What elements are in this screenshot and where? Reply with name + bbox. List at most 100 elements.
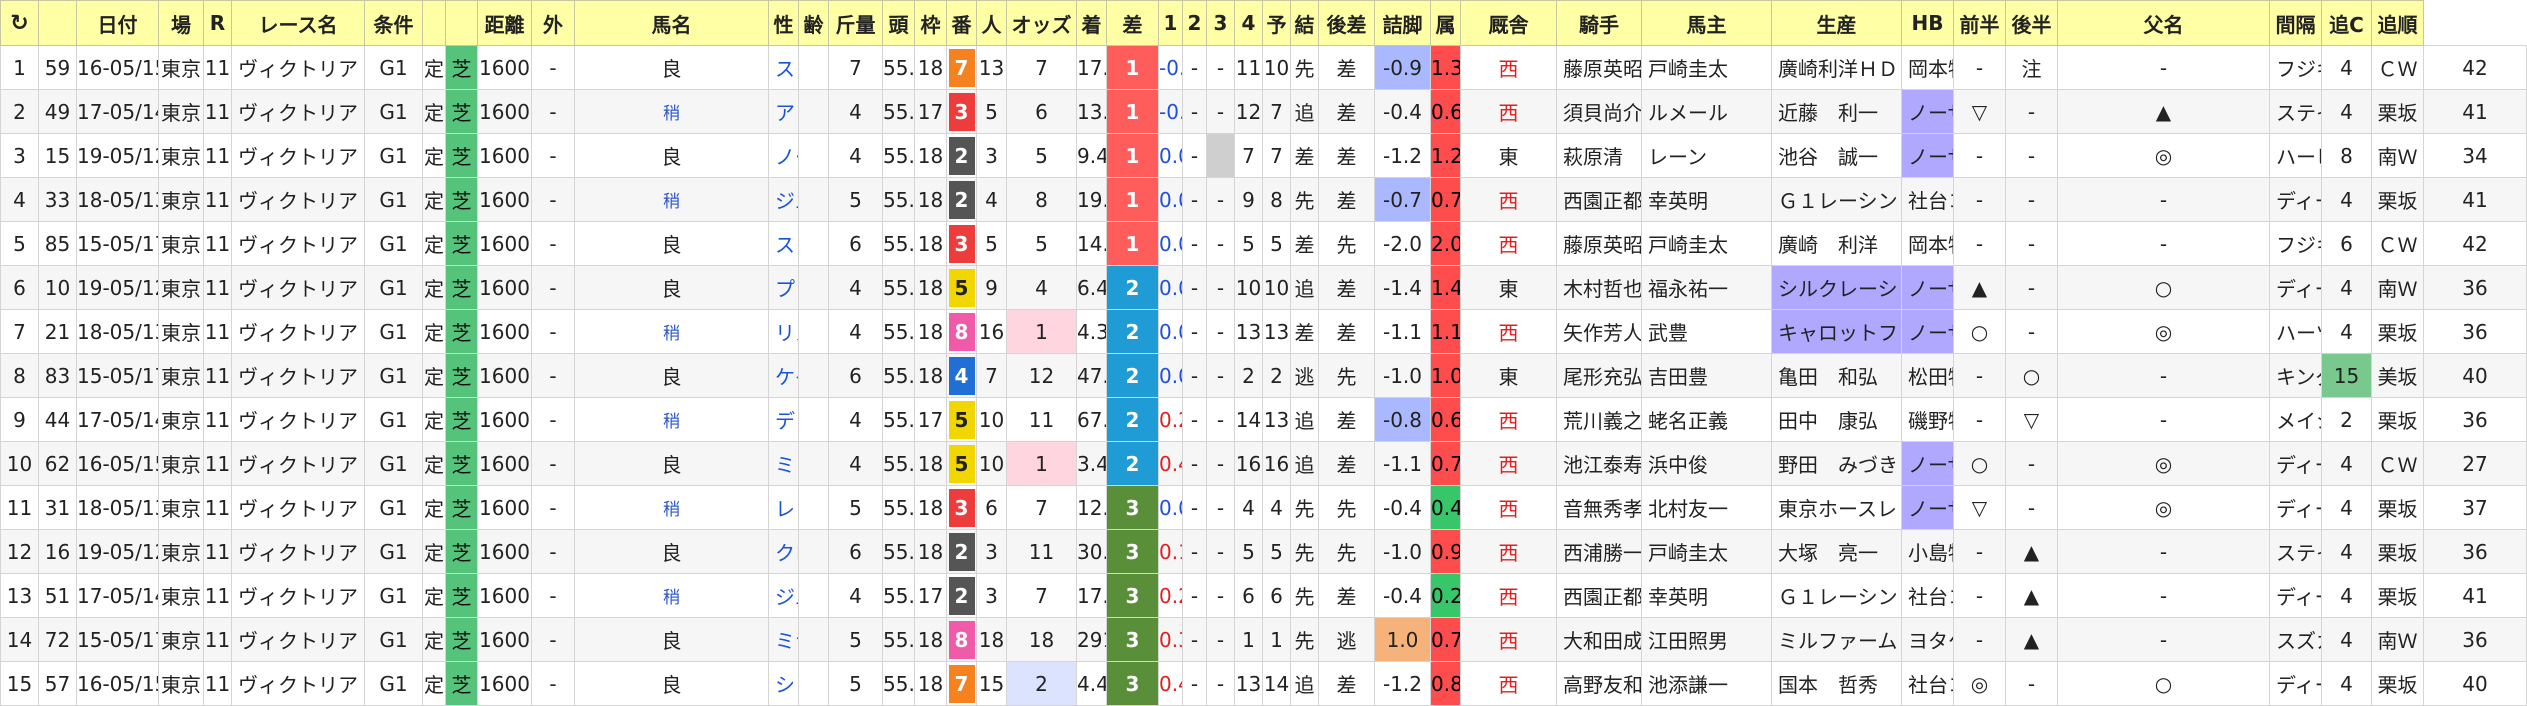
column-header[interactable]: 追C (2321, 0, 2372, 46)
cell-surf: 芝 (445, 485, 478, 530)
cell-dist: 1600 (477, 353, 532, 398)
horse-name-link[interactable]: ショウナンパンドラ (768, 661, 799, 706)
column-header[interactable]: 厩舎 (1460, 0, 1557, 46)
cell-heads: 18 (914, 45, 947, 90)
table-row[interactable]: 24917-05/14東京11ヴィクトリアG1定芝1600-稍アドマイヤリード4… (0, 89, 2527, 134)
cell-id: 49 (38, 89, 77, 134)
horse-name-link[interactable]: ミッキークイーン (768, 441, 799, 486)
table-row[interactable]: 61019-05/12東京11ヴィクトリアG1定芝1600-良プリモシーン455… (0, 265, 2527, 310)
horse-name-link[interactable]: ストレイトガール (768, 221, 799, 266)
column-header[interactable]: HB (1901, 0, 1954, 46)
cell-no: 12 (0, 529, 39, 574)
table-row[interactable]: 94417-05/14東京11ヴィクトリアG1定芝1600-稍デンコウアンジュ4… (0, 397, 2527, 442)
column-header[interactable]: 騎手 (1556, 0, 1642, 46)
column-header[interactable]: レース名 (231, 0, 365, 46)
table-row[interactable]: 121619-05/12東京11ヴィクトリアG1定芝1600-良クロコスミア65… (0, 529, 2527, 574)
column-header[interactable]: 属 (1430, 0, 1461, 46)
column-header[interactable]: 追順 (2371, 0, 2424, 46)
cell-go: -0.7 (1374, 177, 1431, 222)
cell-zen: - (2005, 309, 2058, 354)
cell-oic: ＣＷ (2371, 221, 2424, 266)
column-header[interactable]: 人 (976, 0, 1007, 46)
cell-c4: 10 (1262, 45, 1291, 90)
reload-header-button[interactable]: ↻ (0, 0, 39, 46)
column-header[interactable]: 結 (1290, 0, 1319, 46)
column-header[interactable]: R (203, 0, 232, 46)
cell-oic: 栗坂 (2371, 309, 2424, 354)
horse-name-link[interactable]: ノームコア (768, 133, 799, 178)
column-header[interactable]: 馬主 (1641, 0, 1772, 46)
column-header[interactable]: 条件 (364, 0, 423, 46)
column-header[interactable]: 日付 (76, 0, 159, 46)
column-header[interactable]: 後半 (2005, 0, 2058, 46)
column-header[interactable]: 4 (1234, 0, 1263, 46)
horse-name-link[interactable]: クロコスミア (768, 529, 799, 574)
cell-jockey: 福永祐一 (1641, 265, 1772, 310)
column-header[interactable]: 前半 (1953, 0, 2006, 46)
horse-name-link[interactable]: プリモシーン (768, 265, 799, 310)
column-header[interactable]: オッズ (1006, 0, 1077, 46)
horse-name-link[interactable]: デンコウアンジュ (768, 397, 799, 442)
horse-name-link[interactable]: レッドアヴァンセ (768, 485, 799, 530)
horse-name-link[interactable]: ジュールポレール (768, 177, 799, 222)
column-header[interactable]: 性 (768, 0, 799, 46)
table-row[interactable]: 15916-05/15東京11ヴィクトリアG1定芝1600-良ストレイトガール7… (0, 45, 2527, 90)
column-header[interactable]: 斤量 (828, 0, 883, 46)
table-row[interactable]: 31519-05/12東京11ヴィクトリアG1定芝1600-良ノームコア455.… (0, 133, 2527, 178)
horse-name-link[interactable]: ストレイトガール (768, 45, 799, 90)
table-row[interactable]: 135117-05/14東京11ヴィクトリアG1定芝1600-稍ジュールポレール… (0, 573, 2527, 618)
column-header[interactable]: 番 (946, 0, 977, 46)
horse-name-link[interactable]: ミナレット (768, 617, 799, 662)
column-header[interactable]: 場 (158, 0, 204, 46)
cell-grade: G1 (364, 309, 423, 354)
cell-grade: G1 (364, 441, 423, 486)
cell-sex (798, 265, 829, 310)
column-header[interactable]: 齢 (798, 0, 829, 46)
column-header[interactable]: 頭 (882, 0, 915, 46)
table-row[interactable]: 113118-05/13東京11ヴィクトリアG1定芝1600-稍レッドアヴァンセ… (0, 485, 2527, 530)
horse-name-link[interactable]: アドマイヤリード (768, 89, 799, 134)
cell-surf: 芝 (445, 529, 478, 574)
column-header[interactable]: 予 (1262, 0, 1291, 46)
column-header[interactable]: 枠 (914, 0, 947, 46)
cell-zen: ▲ (2005, 617, 2058, 662)
column-header[interactable]: 父名 (2057, 0, 2270, 46)
cell-no: 1 (0, 45, 39, 90)
column-header[interactable]: 外 (531, 0, 575, 46)
column-header[interactable]: 後差 (1318, 0, 1375, 46)
column-header[interactable]: 1 (1158, 0, 1183, 46)
cell-no: 6 (0, 265, 39, 310)
cell-jockey: 浜中俊 (1641, 441, 1772, 486)
cell-kou: - (2057, 397, 2270, 442)
table-row[interactable]: 106216-05/15東京11ヴィクトリアG1定芝1600-良ミッキークイーン… (0, 441, 2527, 486)
cell-tsu: 1.1 (1430, 309, 1461, 354)
column-header[interactable] (38, 0, 77, 46)
horse-name-link[interactable]: ケイアイエレガント (768, 353, 799, 398)
column-header[interactable]: 差 (1106, 0, 1159, 46)
column-header[interactable]: 着 (1076, 0, 1107, 46)
cell-go: -0.9 (1374, 45, 1431, 90)
column-header[interactable]: 詰脚 (1374, 0, 1431, 46)
table-row[interactable]: 58515-05/17東京11ヴィクトリアG1定芝1600-良ストレイトガール6… (0, 221, 2527, 266)
column-header[interactable]: 間隔 (2269, 0, 2322, 46)
table-row[interactable]: 72118-05/13東京11ヴィクトリアG1定芝1600-稍リスグラシュー45… (0, 309, 2527, 354)
table-row[interactable]: 147215-05/17東京11ヴィクトリアG1定芝1600-良ミナレット555… (0, 617, 2527, 662)
column-header[interactable]: 距離 (477, 0, 532, 46)
cell-zen: - (2005, 89, 2058, 134)
cell-sex (798, 221, 829, 266)
table-row[interactable]: 88315-05/17東京11ヴィクトリアG1定芝1600-良ケイアイエレガント… (0, 353, 2527, 398)
cell-tsu: 1.3 (1430, 45, 1461, 90)
table-row[interactable]: 43318-05/13東京11ヴィクトリアG1定芝1600-稍ジュールポレール5… (0, 177, 2527, 222)
cell-jockey: 北村友一 (1641, 485, 1772, 530)
cell-kan: 4 (2321, 177, 2372, 222)
horse-name-link[interactable]: ジュールポレール (768, 573, 799, 618)
column-header[interactable]: 3 (1206, 0, 1235, 46)
column-header[interactable] (422, 0, 446, 46)
column-header[interactable] (445, 0, 478, 46)
cell-oij: 41 (2423, 89, 2527, 134)
column-header[interactable]: 生産 (1771, 0, 1902, 46)
column-header[interactable]: 2 (1182, 0, 1207, 46)
table-row[interactable]: 155716-05/15東京11ヴィクトリアG1定芝1600-良ショウナンパンド… (0, 661, 2527, 706)
horse-name-link[interactable]: リスグラシュー (768, 309, 799, 354)
column-header[interactable]: 馬名 (574, 0, 769, 46)
